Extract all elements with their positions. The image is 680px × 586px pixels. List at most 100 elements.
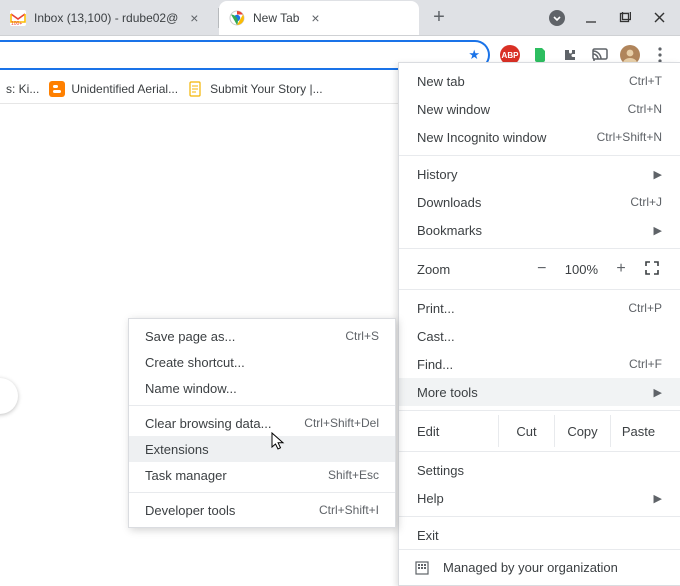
menu-bookmarks[interactable]: Bookmarks ▶: [399, 216, 680, 244]
submenu-name-window[interactable]: Name window...: [129, 375, 395, 401]
chrome-icon: [229, 10, 245, 26]
menu-new-incognito[interactable]: New Incognito window Ctrl+Shift+N: [399, 123, 680, 151]
bookmark-label: s: Ki...: [6, 82, 39, 96]
menu-label: New window: [417, 102, 490, 117]
menu-shortcut: Ctrl+J: [630, 195, 662, 209]
menu-shortcut: Ctrl+F: [629, 357, 662, 371]
menu-downloads[interactable]: Downloads Ctrl+J: [399, 188, 680, 216]
bookmark-label: Submit Your Story |...: [210, 82, 323, 96]
menu-separator: [399, 289, 680, 290]
menu-label: New tab: [417, 74, 465, 89]
submenu-arrow-icon: ▶: [654, 168, 662, 181]
menu-help[interactable]: Help ▶: [399, 484, 680, 512]
svg-text:100+: 100+: [11, 21, 22, 26]
menu-separator: [399, 516, 680, 517]
submenu-clear-data[interactable]: Clear browsing data... Ctrl+Shift+Del: [129, 410, 395, 436]
submenu-shortcut: Ctrl+Shift+I: [319, 503, 379, 517]
submenu-label: Clear browsing data...: [145, 416, 271, 431]
page-icon: [188, 81, 204, 97]
menu-managed-org[interactable]: Managed by your organization: [399, 549, 680, 585]
submenu-shortcut: Shift+Esc: [328, 468, 379, 482]
menu-separator: [399, 155, 680, 156]
menu-label: Edit: [413, 424, 498, 439]
menu-label: More tools: [417, 385, 478, 400]
edit-cut-button[interactable]: Cut: [498, 415, 554, 447]
organization-icon: [413, 559, 431, 577]
menu-new-window[interactable]: New window Ctrl+N: [399, 95, 680, 123]
submenu-dev-tools[interactable]: Developer tools Ctrl+Shift+I: [129, 497, 395, 523]
submenu-label: Task manager: [145, 468, 227, 483]
submenu-extensions[interactable]: Extensions: [129, 436, 395, 462]
menu-label: Print...: [417, 301, 455, 316]
submenu-separator: [129, 492, 395, 493]
maximize-button[interactable]: [608, 2, 642, 34]
edit-paste-button[interactable]: Paste: [610, 415, 666, 447]
minimize-button[interactable]: [574, 2, 608, 34]
tab-title: New Tab: [253, 11, 299, 25]
menu-label: History: [417, 167, 457, 182]
close-icon[interactable]: ×: [186, 10, 202, 26]
menu-history[interactable]: History ▶: [399, 160, 680, 188]
menu-edit-row: Edit Cut Copy Paste: [399, 415, 680, 447]
menu-label: Cast...: [417, 329, 455, 344]
close-window-button[interactable]: [642, 2, 676, 34]
submenu-save-page[interactable]: Save page as... Ctrl+S: [129, 323, 395, 349]
chrome-menu: New tab Ctrl+T New window Ctrl+N New Inc…: [398, 62, 680, 586]
menu-separator: [399, 248, 680, 249]
menu-shortcut: Ctrl+Shift+N: [597, 130, 662, 144]
menu-label: Settings: [417, 463, 464, 478]
submenu-label: Name window...: [145, 381, 237, 396]
submenu-label: Create shortcut...: [145, 355, 245, 370]
tab-strip: 100+ Inbox (13,100) - rdube02@ × New Tab…: [0, 0, 680, 36]
submenu-create-shortcut[interactable]: Create shortcut...: [129, 349, 395, 375]
menu-separator: [399, 451, 680, 452]
zoom-in-button[interactable]: +: [612, 260, 630, 278]
menu-label: Managed by your organization: [443, 560, 618, 575]
submenu-task-manager[interactable]: Task manager Shift+Esc: [129, 462, 395, 488]
menu-label: Downloads: [417, 195, 481, 210]
submenu-arrow-icon: ▶: [654, 492, 662, 505]
menu-label: New Incognito window: [417, 130, 546, 145]
account-chevron-icon[interactable]: [540, 2, 574, 34]
menu-new-tab[interactable]: New tab Ctrl+T: [399, 67, 680, 95]
submenu-shortcut: Ctrl+S: [345, 329, 379, 343]
zoom-out-button[interactable]: −: [533, 260, 551, 278]
submenu-arrow-icon: ▶: [654, 224, 662, 237]
gmail-icon: 100+: [10, 10, 26, 26]
close-icon[interactable]: ×: [307, 10, 323, 26]
zoom-value: 100%: [565, 262, 598, 277]
submenu-arrow-icon: ▶: [654, 386, 662, 399]
submenu-shortcut: Ctrl+Shift+Del: [304, 416, 379, 430]
bookmark-item[interactable]: Submit Your Story |...: [188, 81, 323, 97]
edit-copy-button[interactable]: Copy: [554, 415, 610, 447]
menu-shortcut: Ctrl+N: [628, 102, 662, 116]
bookmark-label: Unidentified Aerial...: [71, 82, 178, 96]
submenu-label: Save page as...: [145, 329, 235, 344]
menu-label: Exit: [417, 528, 439, 543]
menu-zoom: Zoom − 100% +: [399, 253, 680, 285]
submenu-label: Extensions: [145, 442, 209, 457]
tab-newtab[interactable]: New Tab ×: [219, 1, 419, 35]
menu-shortcut: Ctrl+P: [628, 301, 662, 315]
menu-more-tools[interactable]: More tools ▶: [399, 378, 680, 406]
tab-title: Inbox (13,100) - rdube02@: [34, 11, 178, 25]
menu-exit[interactable]: Exit: [399, 521, 680, 549]
bookmark-star-icon[interactable]: ★: [468, 47, 480, 63]
new-tab-button[interactable]: +: [425, 4, 453, 32]
menu-label: Help: [417, 491, 444, 506]
window-controls: [540, 2, 680, 34]
more-tools-submenu: Save page as... Ctrl+S Create shortcut..…: [128, 318, 396, 528]
bookmark-item[interactable]: s: Ki...: [6, 82, 39, 96]
fullscreen-icon[interactable]: [644, 260, 662, 278]
menu-cast[interactable]: Cast...: [399, 322, 680, 350]
menu-shortcut: Ctrl+T: [629, 74, 662, 88]
menu-print[interactable]: Print... Ctrl+P: [399, 294, 680, 322]
menu-find[interactable]: Find... Ctrl+F: [399, 350, 680, 378]
menu-label: Bookmarks: [417, 223, 482, 238]
tab-inbox[interactable]: 100+ Inbox (13,100) - rdube02@ ×: [0, 1, 218, 35]
menu-settings[interactable]: Settings: [399, 456, 680, 484]
blogger-icon: [49, 81, 65, 97]
submenu-separator: [129, 405, 395, 406]
submenu-label: Developer tools: [145, 503, 235, 518]
bookmark-item[interactable]: Unidentified Aerial...: [49, 81, 178, 97]
